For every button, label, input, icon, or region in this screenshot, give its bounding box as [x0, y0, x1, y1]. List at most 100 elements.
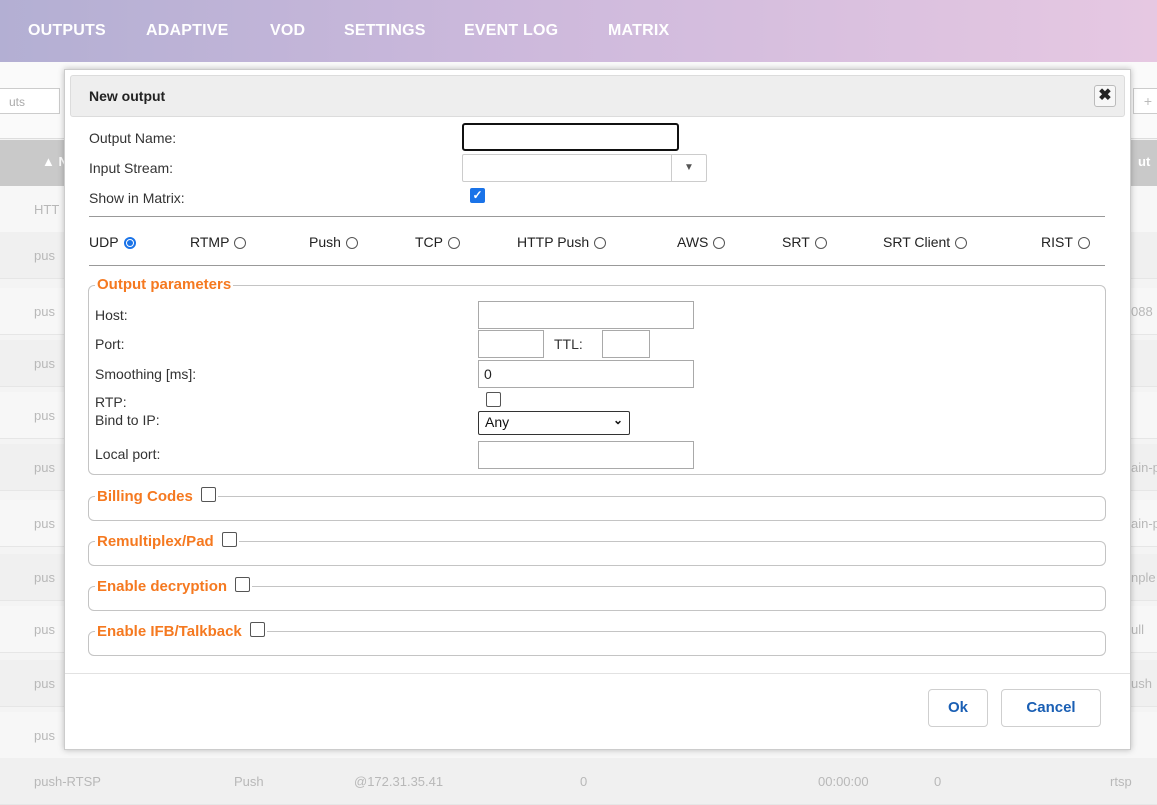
nav-matrix[interactable]: MATRIX	[608, 22, 669, 40]
port-input[interactable]	[478, 330, 544, 358]
decryption-checkbox[interactable]	[235, 577, 251, 592]
row-tail: 088	[1131, 304, 1153, 319]
top-nav: OUTPUTS ADAPTIVE VOD SETTINGS EVENT LOG …	[0, 0, 1157, 62]
output-parameters-legend: Output parameters	[95, 276, 234, 293]
show-in-matrix-label: Show in Matrix:	[89, 190, 185, 206]
radio-udp-label: UDP	[89, 234, 119, 250]
table-row[interactable]: push-RTSP Push @172.31.35.41 0 00:00:00 …	[0, 758, 1157, 805]
radio-push[interactable]: Push	[309, 234, 358, 250]
row-name: pus	[34, 570, 55, 585]
input-stream-label: Input Stream:	[89, 160, 174, 176]
radio-icon[interactable]	[234, 237, 247, 249]
smoothing-label: Smoothing [ms]:	[95, 366, 197, 382]
chevron-down-icon[interactable]: ▼	[671, 155, 706, 181]
radio-icon[interactable]	[713, 237, 726, 249]
radio-tcp[interactable]: TCP	[415, 234, 460, 250]
radio-push-label: Push	[309, 234, 341, 250]
local-port-input[interactable]	[478, 441, 694, 469]
radio-icon[interactable]	[955, 237, 968, 249]
radio-srt-label: SRT	[782, 234, 810, 250]
radio-rtmp[interactable]: RTMP	[190, 234, 247, 250]
cancel-button[interactable]: Cancel	[1001, 689, 1101, 727]
radio-http-push[interactable]: HTTP Push	[517, 234, 607, 250]
row-name: pus	[34, 622, 55, 637]
remultiplex-checkbox[interactable]	[221, 532, 237, 547]
billing-codes-checkbox[interactable]	[200, 487, 216, 502]
radio-aws-label: AWS	[677, 234, 709, 250]
ifb-talkback-legend: Enable IFB/Talkback	[95, 622, 267, 640]
divider	[89, 265, 1105, 266]
ok-button[interactable]: Ok	[928, 689, 988, 727]
radio-srt[interactable]: SRT	[782, 234, 827, 250]
decryption-section: Enable decryption	[88, 577, 1106, 611]
row-count: 0	[580, 774, 588, 789]
radio-selected-icon[interactable]	[123, 237, 136, 249]
search-input[interactable]: uts	[0, 88, 60, 114]
add-output-button[interactable]: +	[1133, 88, 1157, 114]
decryption-legend: Enable decryption	[95, 577, 253, 595]
bind-to-ip-select[interactable]: Any ⌄	[478, 411, 630, 435]
radio-srt-client[interactable]: SRT Client	[883, 234, 968, 250]
nav-outputs[interactable]: OUTPUTS	[28, 22, 106, 40]
nav-vod[interactable]: VOD	[270, 22, 305, 40]
host-label: Host:	[95, 307, 128, 323]
divider	[89, 216, 1105, 217]
radio-http-push-label: HTTP Push	[517, 234, 590, 250]
input-stream-select[interactable]: ▼	[462, 154, 707, 182]
close-icon[interactable]: ✖	[1094, 85, 1116, 107]
row-name: pus	[34, 516, 55, 531]
remultiplex-legend: Remultiplex/Pad	[95, 532, 239, 550]
billing-codes-legend: Billing Codes	[95, 487, 218, 505]
radio-aws[interactable]: AWS	[677, 234, 726, 250]
output-parameters-section: Output parameters Host: Port: TTL: Smoot…	[88, 276, 1106, 475]
local-port-label: Local port:	[95, 446, 161, 462]
protocol-radio-group: UDP RTMP Push TCP HTTP Push AWS SRT SRT …	[89, 234, 1105, 256]
row-name: pus	[34, 304, 55, 319]
row-name: pus	[34, 356, 55, 371]
row-name: pus	[34, 460, 55, 475]
bind-to-ip-label: Bind to IP:	[95, 412, 160, 428]
output-name-input[interactable]	[462, 123, 679, 151]
decryption-label: Enable decryption	[97, 578, 228, 595]
row-tail: nple	[1131, 570, 1156, 585]
row-tail: ush	[1131, 676, 1152, 691]
radio-udp[interactable]: UDP	[89, 234, 136, 250]
radio-icon[interactable]	[448, 237, 460, 249]
row-tail: ain-p	[1131, 516, 1157, 531]
row-protocol: rtsp	[1110, 774, 1132, 789]
row-count-2: 0	[934, 774, 942, 789]
radio-icon[interactable]	[1077, 237, 1090, 249]
nav-adaptive[interactable]: ADAPTIVE	[146, 22, 229, 40]
bind-to-ip-value: Any	[485, 414, 510, 430]
ifb-talkback-section: Enable IFB/Talkback	[88, 622, 1106, 656]
row-name: pus	[34, 728, 55, 743]
dialog-title: New output	[89, 88, 166, 104]
radio-icon[interactable]	[594, 237, 607, 249]
row-address: @172.31.35.41	[354, 774, 444, 789]
chevron-down-icon[interactable]: ⌄	[613, 413, 623, 427]
radio-icon[interactable]	[814, 237, 827, 249]
ttl-label: TTL:	[554, 336, 583, 352]
radio-tcp-label: TCP	[415, 234, 443, 250]
dialog-header: New output ✖	[70, 75, 1125, 117]
show-in-matrix-checkbox[interactable]: ✓	[470, 188, 485, 203]
radio-rist-label: RIST	[1041, 234, 1073, 250]
footer-divider	[65, 673, 1130, 674]
nav-settings[interactable]: SETTINGS	[344, 22, 426, 40]
smoothing-input[interactable]	[478, 360, 694, 388]
host-input[interactable]	[478, 301, 694, 329]
billing-codes-label: Billing Codes	[97, 488, 193, 505]
radio-icon[interactable]	[345, 237, 358, 249]
remultiplex-label: Remultiplex/Pad	[97, 533, 214, 550]
ifb-talkback-checkbox[interactable]	[249, 622, 265, 637]
rtp-checkbox[interactable]	[486, 392, 501, 407]
radio-rtmp-label: RTMP	[190, 234, 230, 250]
ttl-input[interactable]	[602, 330, 650, 358]
nav-event-log[interactable]: EVENT LOG	[464, 22, 558, 40]
radio-srt-client-label: SRT Client	[883, 234, 951, 250]
column-header-output[interactable]: ut	[1138, 154, 1150, 169]
radio-rist[interactable]: RIST	[1041, 234, 1090, 250]
port-label: Port:	[95, 336, 125, 352]
row-name: pus	[34, 248, 55, 263]
rtp-label: RTP:	[95, 394, 127, 410]
